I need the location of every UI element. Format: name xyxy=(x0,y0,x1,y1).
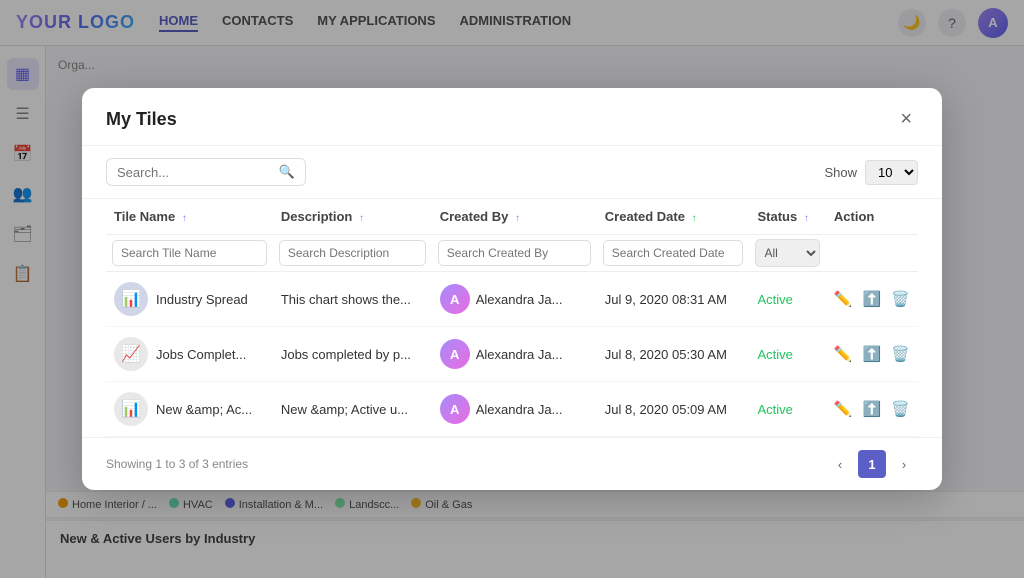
row2-tile-name-cell: 📈 Jobs Complet... xyxy=(106,327,273,382)
filter-created-date-cell xyxy=(597,235,750,272)
row1-created-by: A Alexandra Ja... xyxy=(432,272,597,327)
show-entries-select[interactable]: 10 25 50 xyxy=(865,160,918,185)
row3-share-icon[interactable]: ⬆️ xyxy=(863,400,882,418)
pagination-prev-button[interactable]: ‹ xyxy=(826,450,854,478)
row1-delete-icon[interactable]: 🗑️ xyxy=(891,290,910,308)
modal-title: My Tiles xyxy=(106,109,177,130)
table-filter-row: All Active Inactive xyxy=(106,235,918,272)
row2-status: Active xyxy=(749,327,825,382)
row2-tile-name: Jobs Complet... xyxy=(156,347,246,362)
row3-created-date: Jul 8, 2020 05:09 AM xyxy=(597,382,750,437)
show-entries-control: Show 10 25 50 xyxy=(824,160,918,185)
filter-status-select[interactable]: All Active Inactive xyxy=(755,239,819,267)
row1-user-avatar: A xyxy=(440,284,470,314)
col-created-by[interactable]: Created By ↑ xyxy=(432,199,597,235)
filter-created-by-cell xyxy=(432,235,597,272)
row1-description: This chart shows the... xyxy=(273,272,432,327)
table-row: 📈 Jobs Complet... Jobs completed by p...… xyxy=(106,327,918,382)
filter-created-date-input[interactable] xyxy=(603,240,744,266)
row2-tile-icon: 📈 xyxy=(114,337,148,371)
row2-edit-icon[interactable]: ✏️ xyxy=(834,345,853,363)
pagination-next-button[interactable]: › xyxy=(890,450,918,478)
show-label-text: Show xyxy=(824,165,857,180)
row3-tile-name: New &amp; Ac... xyxy=(156,402,252,417)
filter-tile-name-cell xyxy=(106,235,273,272)
sort-description-icon: ↑ xyxy=(359,213,364,224)
sort-created-by-icon: ↑ xyxy=(515,213,520,224)
row3-tile-icon: 📊 xyxy=(114,392,148,426)
row1-user-name: Alexandra Ja... xyxy=(476,292,563,307)
modal-search-input[interactable] xyxy=(117,165,273,180)
row2-action: ✏️ ⬆️ 🗑️ xyxy=(826,327,918,382)
modal-search-box[interactable]: 🔍 xyxy=(106,158,306,186)
filter-tile-name-input[interactable] xyxy=(112,240,267,266)
col-action: Action xyxy=(826,199,918,235)
table-header-row: Tile Name ↑ Description ↑ Created By ↑ C… xyxy=(106,199,918,235)
col-description[interactable]: Description ↑ xyxy=(273,199,432,235)
row3-tile-name-cell: 📊 New &amp; Ac... xyxy=(106,382,273,437)
row1-tile-name: Industry Spread xyxy=(156,292,248,307)
row3-action: ✏️ ⬆️ 🗑️ xyxy=(826,382,918,437)
row1-action: ✏️ ⬆️ 🗑️ xyxy=(826,272,918,327)
table-row: 📊 Industry Spread This chart shows the..… xyxy=(106,272,918,327)
row2-description: Jobs completed by p... xyxy=(273,327,432,382)
row3-description: New &amp; Active u... xyxy=(273,382,432,437)
modal-close-button[interactable]: × xyxy=(894,106,918,133)
pagination-page-1-button[interactable]: 1 xyxy=(858,450,886,478)
sort-status-icon: ↑ xyxy=(804,213,809,224)
row1-status: Active xyxy=(749,272,825,327)
filter-action-cell xyxy=(826,235,918,272)
row2-user-name: Alexandra Ja... xyxy=(476,347,563,362)
row2-share-icon[interactable]: ⬆️ xyxy=(863,345,882,363)
row3-delete-icon[interactable]: 🗑️ xyxy=(891,400,910,418)
row2-created-by: A Alexandra Ja... xyxy=(432,327,597,382)
filter-created-by-input[interactable] xyxy=(438,240,591,266)
filter-description-cell xyxy=(273,235,432,272)
row1-edit-icon[interactable]: ✏️ xyxy=(834,290,853,308)
my-tiles-modal: My Tiles × 🔍 Show 10 25 50 Tile Name ↑ xyxy=(82,88,942,490)
row2-delete-icon[interactable]: 🗑️ xyxy=(891,345,910,363)
row1-created-date: Jul 9, 2020 08:31 AM xyxy=(597,272,750,327)
sort-tile-name-icon: ↑ xyxy=(182,213,187,224)
filter-status-cell: All Active Inactive xyxy=(749,235,825,272)
col-tile-name[interactable]: Tile Name ↑ xyxy=(106,199,273,235)
showing-entries-text: Showing 1 to 3 of 3 entries xyxy=(106,457,248,471)
row3-user-name: Alexandra Ja... xyxy=(476,402,563,417)
pagination: ‹ 1 › xyxy=(826,450,918,478)
modal-toolbar: 🔍 Show 10 25 50 xyxy=(82,146,942,199)
modal-header: My Tiles × xyxy=(82,88,942,146)
table-row: 📊 New &amp; Ac... New &amp; Active u... … xyxy=(106,382,918,437)
tiles-table: Tile Name ↑ Description ↑ Created By ↑ C… xyxy=(106,199,918,437)
sort-created-date-icon: ↑ xyxy=(692,213,697,224)
row2-created-date: Jul 8, 2020 05:30 AM xyxy=(597,327,750,382)
search-icon: 🔍 xyxy=(279,164,295,180)
col-created-date[interactable]: Created Date ↑ xyxy=(597,199,750,235)
row1-share-icon[interactable]: ⬆️ xyxy=(863,290,882,308)
row3-status: Active xyxy=(749,382,825,437)
col-status[interactable]: Status ↑ xyxy=(749,199,825,235)
row3-edit-icon[interactable]: ✏️ xyxy=(834,400,853,418)
row3-created-by: A Alexandra Ja... xyxy=(432,382,597,437)
row1-tile-name-cell: 📊 Industry Spread xyxy=(106,272,273,327)
row2-user-avatar: A xyxy=(440,339,470,369)
modal-footer: Showing 1 to 3 of 3 entries ‹ 1 › xyxy=(82,437,942,490)
modal-table-container: Tile Name ↑ Description ↑ Created By ↑ C… xyxy=(82,199,942,437)
row1-tile-icon: 📊 xyxy=(114,282,148,316)
filter-description-input[interactable] xyxy=(279,240,426,266)
row3-user-avatar: A xyxy=(440,394,470,424)
